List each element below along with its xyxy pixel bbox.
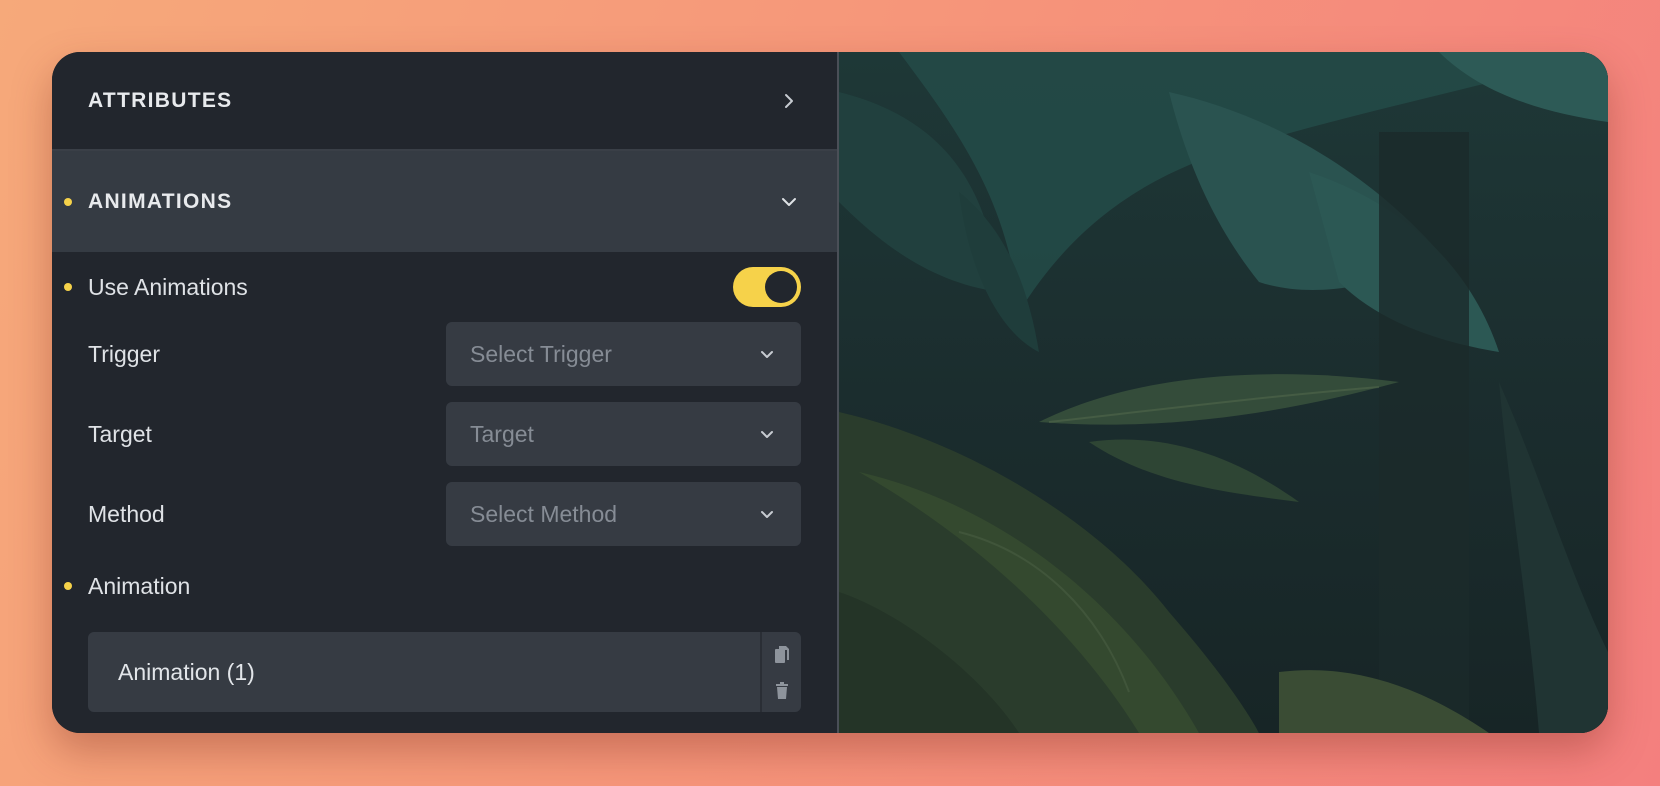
use-animations-label: Use Animations bbox=[88, 273, 248, 300]
trigger-select[interactable]: Select Trigger bbox=[446, 322, 801, 386]
method-select[interactable]: Select Method bbox=[446, 482, 801, 546]
animation-row: Animation bbox=[64, 560, 801, 612]
animation-repeater: Animation (1) bbox=[88, 632, 801, 712]
chevron-down-icon bbox=[755, 422, 779, 446]
section-attributes[interactable]: ATTRIBUTES bbox=[52, 52, 837, 151]
trigger-placeholder: Select Trigger bbox=[470, 340, 612, 367]
preview-jungle-image bbox=[839, 52, 1608, 733]
chevron-down-icon bbox=[755, 342, 779, 366]
trigger-label: Trigger bbox=[88, 340, 160, 367]
builder-window: ATTRIBUTES ANIMATIONS Use Animations Tri… bbox=[52, 52, 1608, 733]
jungle-leaves-illustration bbox=[839, 52, 1608, 733]
section-attributes-title: ATTRIBUTES bbox=[88, 88, 233, 112]
settings-panel: ATTRIBUTES ANIMATIONS Use Animations Tri… bbox=[52, 52, 839, 733]
copy-icon[interactable] bbox=[774, 645, 790, 665]
method-row: Method Select Method bbox=[88, 482, 801, 546]
chevron-right-icon bbox=[777, 89, 801, 113]
target-row: Target Target bbox=[88, 402, 801, 466]
changed-indicator-dot bbox=[64, 197, 72, 206]
animation-item-actions bbox=[760, 632, 801, 712]
target-select[interactable]: Target bbox=[446, 402, 801, 466]
use-animations-toggle[interactable] bbox=[733, 267, 801, 307]
trash-icon[interactable] bbox=[775, 681, 789, 700]
target-label: Target bbox=[88, 420, 152, 447]
toggle-knob bbox=[765, 271, 797, 303]
use-animations-row: Use Animations bbox=[64, 252, 801, 322]
changed-indicator-dot bbox=[64, 283, 72, 291]
method-label: Method bbox=[88, 500, 165, 527]
section-animations[interactable]: ANIMATIONS bbox=[52, 151, 837, 252]
animations-controls: Use Animations Trigger Select Trigger Ta… bbox=[52, 252, 837, 712]
trigger-row: Trigger Select Trigger bbox=[88, 322, 801, 386]
chevron-down-icon bbox=[755, 502, 779, 526]
animation-item[interactable]: Animation (1) bbox=[88, 632, 760, 712]
section-animations-title: ANIMATIONS bbox=[88, 189, 233, 213]
changed-indicator-dot bbox=[64, 582, 72, 590]
animation-label: Animation bbox=[88, 572, 191, 599]
chevron-down-icon bbox=[777, 190, 801, 214]
method-placeholder: Select Method bbox=[470, 500, 618, 527]
target-placeholder: Target bbox=[470, 420, 534, 447]
